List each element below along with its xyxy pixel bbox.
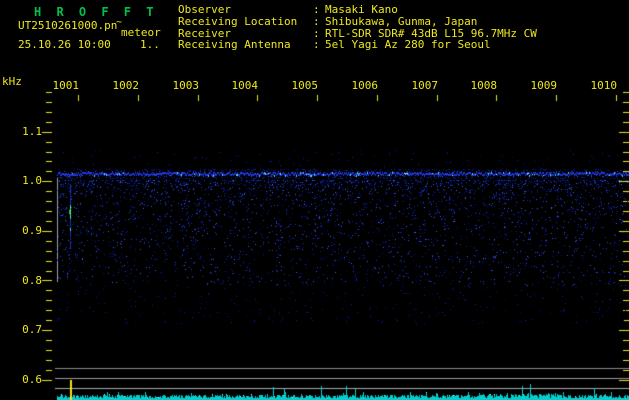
y-axis-label-0-9: 0.9 xyxy=(22,224,42,237)
x-axis-label-1004: 1004 xyxy=(231,79,259,92)
info-value: 5el Yagi Az 280 for Seoul xyxy=(325,38,491,51)
info-label: Receiving Antenna xyxy=(178,38,291,51)
x-axis-label-1010: 1010 xyxy=(590,79,618,92)
info-colon: : xyxy=(313,38,320,51)
y-axis-label-1-1: 1.1 xyxy=(22,125,42,138)
info-row-receiving-antenna: Receiving Antenna : 5el Yagi Az 280 for … xyxy=(0,39,629,51)
x-axis-label-1002: 1002 xyxy=(112,79,140,92)
x-axis-label-1007: 1007 xyxy=(411,79,439,92)
hrofft-window: H R O F F T UT2510261000.pn ~ meteor 25.… xyxy=(0,0,629,400)
y-axis-unit: kHz xyxy=(2,75,22,88)
x-axis-label-1005: 1005 xyxy=(291,79,319,92)
x-axis-label-1006: 1006 xyxy=(351,79,379,92)
spectrogram-canvas xyxy=(0,0,629,400)
x-axis-label-1001: 1001 xyxy=(52,79,80,92)
y-axis-label-1-0: 1.0 xyxy=(22,174,42,187)
x-axis-label-1009: 1009 xyxy=(530,79,558,92)
y-axis-label-0-6: 0.6 xyxy=(22,373,42,386)
y-axis-label-0-7: 0.7 xyxy=(22,323,42,336)
x-axis-label-1003: 1003 xyxy=(172,79,200,92)
y-axis-label-0-8: 0.8 xyxy=(22,274,42,287)
x-axis-label-1008: 1008 xyxy=(470,79,498,92)
